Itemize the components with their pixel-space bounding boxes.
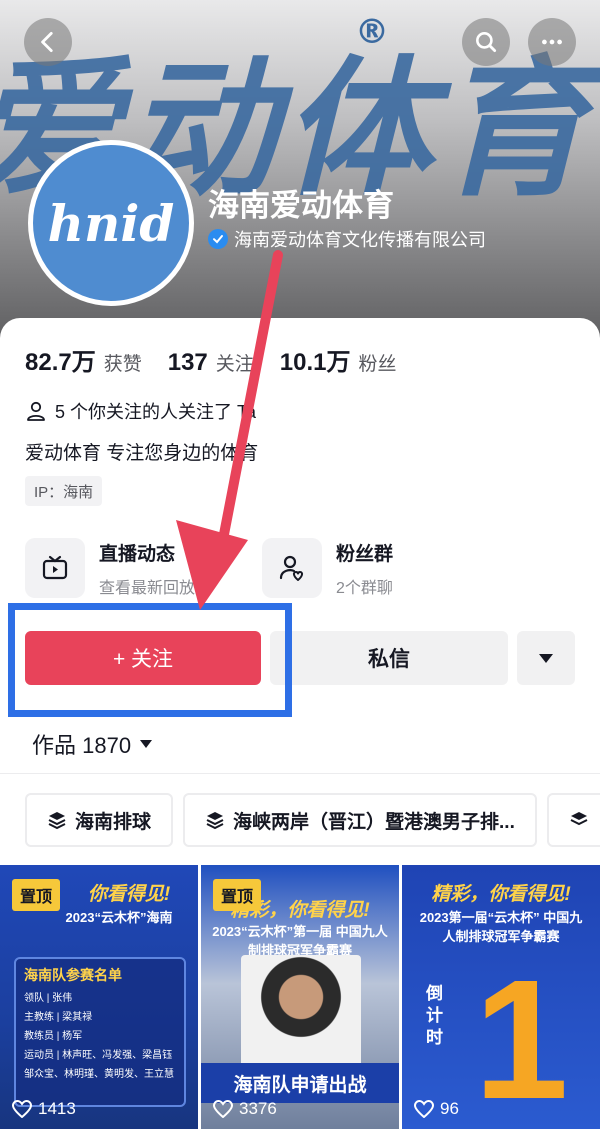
fan-group-title: 粉丝群: [336, 543, 394, 565]
roster-line: 教练员 | 杨军: [24, 1031, 83, 1042]
search-icon: [476, 32, 497, 53]
followers-label[interactable]: 粉丝: [359, 349, 397, 376]
roster-line: 领队 | 张伟: [24, 993, 73, 1004]
live-dynamics-subtitle: 查看最新回放: [99, 579, 196, 597]
tv-icon: [25, 538, 85, 598]
section-divider: [0, 773, 600, 774]
roster-panel: 海南队参赛名单 领队 | 张伟 主教练 | 梁其禄 教练员 | 杨军 运动员 |…: [14, 957, 186, 1107]
pinned-badge: 置顶: [213, 879, 262, 911]
more-actions-button[interactable]: [517, 631, 575, 685]
layers-icon: [48, 812, 66, 830]
person-icon: [27, 401, 45, 421]
registered-mark: ®: [355, 12, 389, 52]
verified-check-icon: [208, 229, 228, 249]
heart-icon: [414, 1100, 434, 1118]
likes-label: 获赞: [103, 354, 142, 375]
profile-card: 82.7万 获赞 137 关注 10.1万 粉丝 5 个你关注的人关注了 Ta …: [0, 318, 600, 1129]
heart-icon: [213, 1100, 233, 1118]
live-dynamics-title: 直播动态: [99, 543, 176, 565]
back-button[interactable]: [24, 18, 72, 66]
works-tab[interactable]: 作品 1870: [32, 728, 153, 760]
more-button[interactable]: [528, 18, 576, 66]
video-subtitle: 2023“云木杯”第一届 中国九人制排球冠军争霸赛: [212, 924, 388, 958]
verified-row: 海南爱动体育文化传播有限公司: [208, 226, 486, 252]
like-count-value: 96: [440, 1099, 459, 1118]
collection-chip-label: 海峡两岸（晋江）暨港澳男子排...: [233, 811, 515, 833]
video-title: 精彩，你看得见!: [431, 884, 571, 905]
likes-count: 82.7万: [25, 349, 96, 376]
follow-button[interactable]: + 关注: [25, 631, 261, 685]
countdown-label: 倒计时: [426, 984, 443, 1047]
interview-person-image: [241, 955, 361, 1075]
following-label[interactable]: 关注: [216, 349, 254, 376]
like-count: 96: [414, 1099, 459, 1119]
mutual-follow-row[interactable]: 5 个你关注的人关注了 Ta: [25, 398, 256, 424]
back-icon: [41, 31, 53, 53]
message-button[interactable]: 私信: [270, 631, 508, 685]
countdown-number: 1: [474, 945, 569, 1129]
video-grid: 你看得见! 2023“云木杯”海南 置顶 海南队参赛名单 领队 | 张伟 主教练…: [0, 865, 600, 1129]
followers-count[interactable]: 10.1万: [280, 342, 351, 377]
layers-icon: [206, 812, 224, 830]
avatar[interactable]: hnid: [28, 140, 194, 306]
roster-line: 邹众宝、林明瑾、黄明发、王立慧: [24, 1069, 174, 1080]
profile-name: 海南爱动体育: [208, 188, 394, 223]
ip-location-tag: IP：海南: [25, 476, 103, 506]
layers-icon: [570, 812, 588, 826]
more-icon: [542, 39, 562, 45]
fan-group-icon: [262, 538, 322, 598]
stats-row: 82.7万 获赞 137 关注 10.1万 粉丝: [25, 342, 423, 377]
caret-down-icon: [539, 654, 553, 663]
collection-chips: 海南排球 海峡两岸（晋江）暨港澳男子排...: [25, 793, 600, 847]
video-subtitle: 2023第一届“云木杯” 中国九人制排球冠军争霸赛: [419, 910, 583, 944]
fan-group-entry[interactable]: 粉丝群 2个群聊: [262, 538, 393, 598]
live-dynamics-entry[interactable]: 直播动态 查看最新回放: [25, 538, 195, 598]
collection-chip[interactable]: [546, 793, 600, 847]
bio-text: 爱动体育 专注您身边的体育: [25, 443, 259, 464]
roster-title: 海南队参赛名单: [24, 967, 122, 983]
mutual-follow-text: 5 个你关注的人关注了 Ta: [55, 402, 257, 422]
roster-line: 主教练 | 梁其禄: [24, 1012, 93, 1023]
like-count-value: 1413: [38, 1099, 76, 1118]
collection-chip[interactable]: 海南排球: [25, 793, 174, 847]
collection-chip-label: 海南排球: [75, 811, 152, 833]
fan-group-subtitle: 2个群聊: [336, 579, 393, 597]
like-count-value: 3376: [239, 1099, 277, 1118]
works-label: 作品 1870: [32, 733, 132, 758]
collection-chip[interactable]: 海峡两岸（晋江）暨港澳男子排...: [183, 793, 537, 847]
like-count: 3376: [213, 1099, 277, 1119]
video-thumbnail[interactable]: 精彩，你看得见! 2023第一届“云木杯” 中国九人制排球冠军争霸赛 倒计时 1…: [402, 865, 600, 1129]
search-button[interactable]: [462, 18, 510, 66]
roster-line: 运动员 | 林声旺、冯发强、梁昌钰: [24, 1050, 173, 1061]
video-thumbnail[interactable]: 精彩，你看得见! 2023“云木杯”第一届 中国九人制排球冠军争霸赛 置顶 海南…: [201, 865, 399, 1129]
like-count: 1413: [12, 1099, 76, 1119]
pinned-badge: 置顶: [12, 879, 61, 911]
video-thumbnail[interactable]: 你看得见! 2023“云木杯”海南 置顶 海南队参赛名单 领队 | 张伟 主教练…: [0, 865, 198, 1129]
avatar-logo-text: hnid: [47, 193, 175, 253]
caret-down-icon: [140, 740, 153, 748]
video-caption-banner: 海南队申请出战: [201, 1063, 399, 1103]
following-count[interactable]: 137: [168, 349, 208, 377]
heart-icon: [12, 1100, 32, 1118]
verified-org-name: 海南爱动体育文化传播有限公司: [234, 230, 486, 250]
